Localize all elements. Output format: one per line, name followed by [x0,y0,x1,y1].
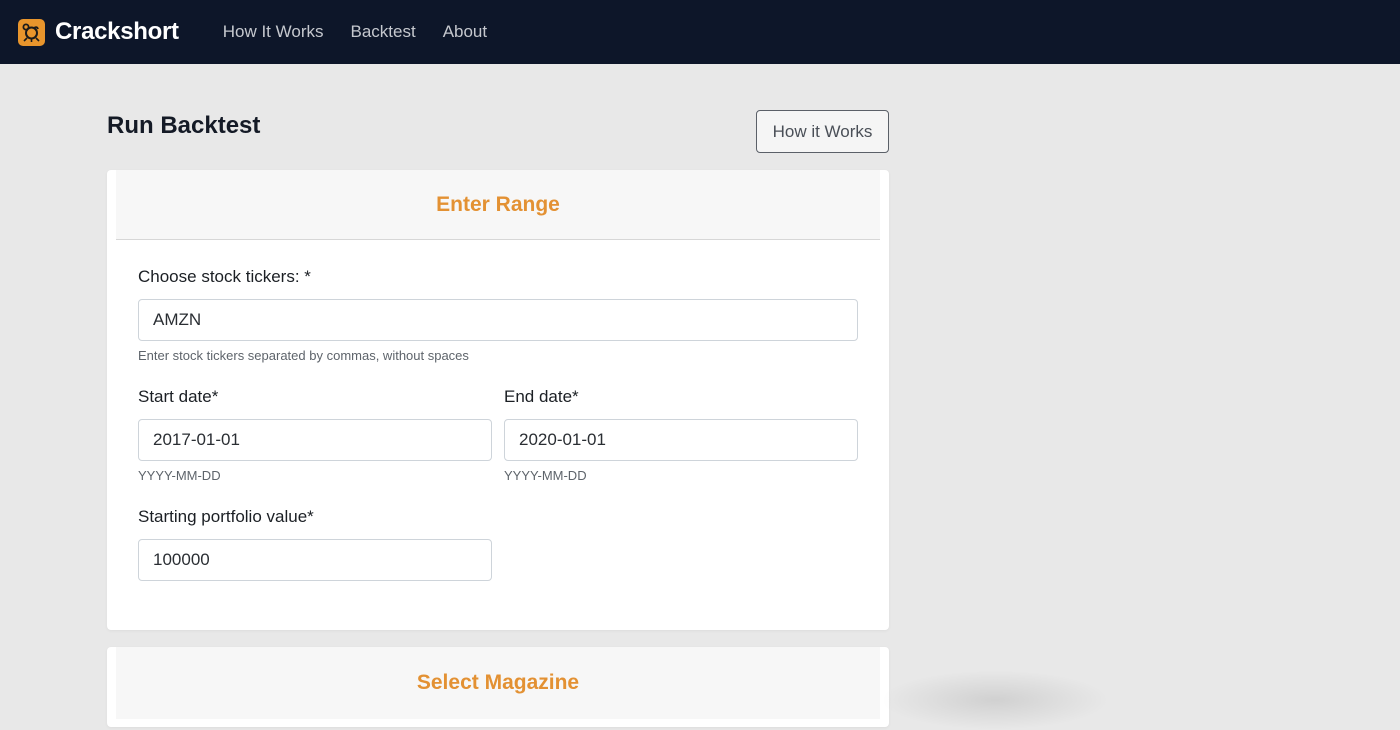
start-date-input[interactable]: 2017-01-01 [138,419,492,461]
end-date-label: End date* [504,387,579,406]
start-date-label: Start date* [138,387,219,406]
how-it-works-button[interactable]: How it Works [756,110,889,153]
tickers-help-text: Enter stock tickers separated by commas,… [138,348,469,363]
brand[interactable]: Crackshort [18,18,179,46]
nav-link-how-it-works[interactable]: How It Works [223,22,324,42]
tickers-label: Choose stock tickers: * [138,267,311,286]
crab-logo-icon [18,18,45,46]
enter-range-card: Enter Range Choose stock tickers: * AMZN… [107,170,889,630]
top-navbar: Crackshort How It Works Backtest About [0,0,1400,64]
portfolio-value-input[interactable]: 100000 [138,539,492,581]
background-shadow [880,670,1110,730]
end-date-help-text: YYYY-MM-DD [504,468,587,483]
tickers-input[interactable]: AMZN [138,299,858,341]
start-date-help-text: YYYY-MM-DD [138,468,221,483]
select-magazine-header: Select Magazine [116,647,880,719]
end-date-input[interactable]: 2020-01-01 [504,419,858,461]
portfolio-value-label: Starting portfolio value* [138,507,314,526]
nav-link-backtest[interactable]: Backtest [350,22,415,42]
nav-link-about[interactable]: About [443,22,487,42]
select-magazine-card: Select Magazine [107,647,889,727]
page-title: Run Backtest [107,112,261,139]
enter-range-header: Enter Range [116,170,880,240]
brand-name: Crackshort [55,18,179,45]
